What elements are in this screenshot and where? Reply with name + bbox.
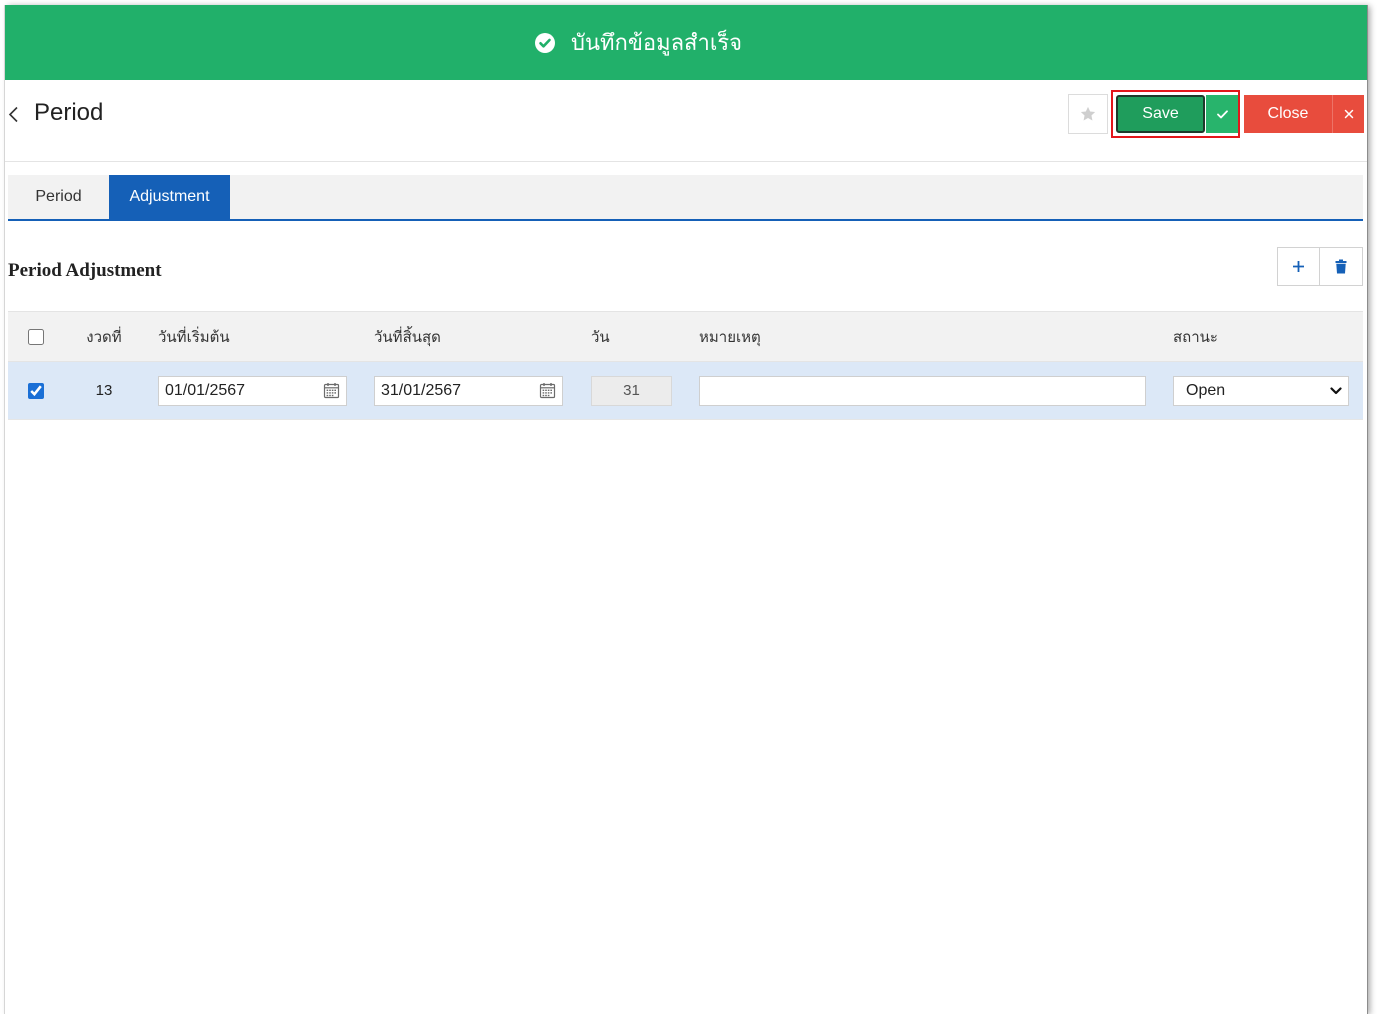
column-header-status[interactable]: สถานะ (1160, 311, 1363, 362)
table-header-row: งวดที่ วันที่เริ่มต้น วันที่สิ้นสุด วัน … (8, 311, 1363, 362)
remark-field (699, 375, 1146, 406)
check-icon (1216, 109, 1228, 119)
period-window: บันทึกข้อมูลสำเร็จ Period Save Close Per (5, 5, 1367, 1014)
status-field: Open (1173, 375, 1349, 406)
start-date-input[interactable] (158, 375, 347, 406)
end-date-cell (361, 361, 578, 420)
column-header-period-no[interactable]: งวดที่ (70, 311, 138, 362)
calendar-icon[interactable] (323, 382, 340, 399)
success-notification: บันทึกข้อมูลสำเร็จ (5, 5, 1367, 80)
column-header-remark[interactable]: หมายเหตุ (686, 311, 1160, 362)
status-cell: Open (1160, 361, 1363, 420)
notification-message: บันทึกข้อมูลสำเร็จ (571, 30, 743, 55)
page-title: Period (34, 99, 104, 126)
page-header: Period Save Close (5, 80, 1367, 162)
period-adjustment-table: งวดที่ วันที่เริ่มต้น วันที่สิ้นสุด วัน … (8, 311, 1363, 420)
tab-adjustment[interactable]: Adjustment (109, 175, 230, 219)
close-icon (1344, 109, 1354, 119)
column-header-start-date[interactable]: วันที่เริ่มต้น (138, 311, 361, 362)
add-row-button[interactable] (1277, 247, 1320, 286)
tab-bar: Period Adjustment (8, 175, 1363, 221)
chevron-left-icon[interactable] (8, 106, 19, 123)
row-checkbox[interactable] (28, 382, 44, 399)
star-icon (1079, 105, 1097, 123)
table-row[interactable]: 13 01/01/2567 31/01/2567 31 Open (8, 361, 1363, 420)
favorite-button[interactable] (1068, 94, 1108, 134)
status-select[interactable]: Open (1173, 375, 1349, 406)
save-confirm-button[interactable] (1206, 95, 1238, 133)
select-all-checkbox[interactable] (28, 328, 44, 345)
days-input (591, 375, 672, 406)
column-header-end-date[interactable]: วันที่สิ้นสุด (361, 311, 578, 362)
column-header-days[interactable]: วัน (578, 311, 686, 362)
start-date-field (158, 375, 347, 406)
close-button[interactable]: Close (1244, 95, 1332, 133)
remark-cell (686, 361, 1160, 420)
remark-input[interactable] (699, 375, 1146, 406)
header-cell-select (8, 311, 70, 362)
days-cell (578, 361, 686, 420)
days-field (591, 375, 672, 406)
section-title: Period Adjustment (8, 260, 162, 281)
close-x-button[interactable] (1332, 95, 1364, 133)
plus-icon (1292, 260, 1305, 273)
row-select-cell (8, 361, 70, 420)
trash-icon (1335, 259, 1347, 274)
end-date-field (374, 375, 563, 406)
delete-row-button[interactable] (1319, 247, 1363, 286)
check-circle-icon (534, 32, 556, 54)
row-toolbar (1277, 247, 1363, 286)
calendar-icon[interactable] (539, 382, 556, 399)
end-date-input[interactable] (374, 375, 563, 406)
period-no-cell: 13 (70, 361, 138, 420)
start-date-cell (138, 361, 361, 420)
tab-period[interactable]: Period (8, 175, 109, 219)
save-button[interactable]: Save (1116, 95, 1205, 133)
